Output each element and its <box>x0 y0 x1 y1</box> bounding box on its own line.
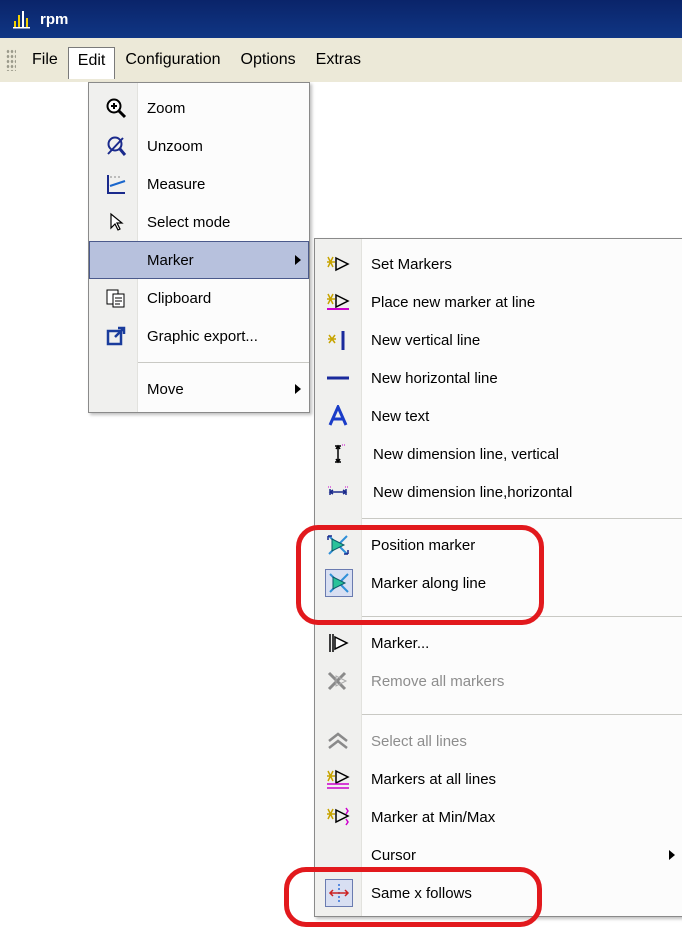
menu-item-label: Marker <box>147 251 194 269</box>
menu-item-graphic-export[interactable]: Graphic export... <box>89 317 309 355</box>
menu-item-new-horizontal-line[interactable]: New horizontal line <box>315 359 682 397</box>
menu-item-label: Marker at Min/Max <box>371 808 496 826</box>
menu-item-label: Markers at all lines <box>371 770 497 788</box>
app-chart-icon <box>12 9 32 29</box>
menu-item-label: Move <box>147 380 184 398</box>
toolbar-grip[interactable] <box>6 49 16 71</box>
place-marker-icon <box>325 289 351 315</box>
horizontal-line-icon <box>325 365 351 391</box>
menu-item-measure[interactable]: Measure <box>89 165 309 203</box>
dimension-horizontal-icon <box>325 479 351 505</box>
menu-extras[interactable]: Extras <box>306 47 371 73</box>
menu-item-label: Unzoom <box>147 137 203 155</box>
dimension-vertical-icon <box>325 441 351 467</box>
clipboard-icon <box>103 285 129 311</box>
menu-item-label: Set Markers <box>371 255 452 273</box>
menu-item-markers-at-all-lines[interactable]: Markers at all lines <box>315 760 682 798</box>
menu-item-label: Zoom <box>147 99 186 117</box>
menu-item-set-markers[interactable]: Set Markers <box>315 245 682 283</box>
menu-item-label: New text <box>371 407 430 425</box>
menu-item-select-mode[interactable]: Select mode <box>89 203 309 241</box>
cursor-arrow-icon <box>103 209 129 235</box>
annotation-ring-same-x-follows <box>284 867 542 927</box>
zoom-in-icon <box>103 95 129 121</box>
text-icon <box>325 403 351 429</box>
measure-icon <box>103 171 129 197</box>
menu-item-new-dimension-line-horizontal[interactable]: New dimension line,horizontal <box>315 473 682 511</box>
menu-configuration[interactable]: Configuration <box>115 47 230 73</box>
menu-item-label: New dimension line,horizontal <box>373 483 573 501</box>
menu-item-label: Select all lines <box>371 732 467 750</box>
menu-item-label: Place new marker at line <box>371 293 536 311</box>
marker-dialog-icon <box>325 630 351 656</box>
marker-minmax-icon <box>325 804 351 830</box>
edit-menu: Zoom Unzoom Measure Select mode Marker C… <box>88 82 310 413</box>
title-bar: rpm <box>0 0 682 38</box>
annotation-ring-marker-items <box>296 525 544 625</box>
menu-item-new-dimension-line-vertical[interactable]: New dimension line, vertical <box>315 435 682 473</box>
menu-item-remove-all-markers[interactable]: Remove all markers <box>315 662 682 700</box>
vertical-line-icon <box>325 327 351 353</box>
menu-file[interactable]: File <box>22 47 68 73</box>
menu-item-unzoom[interactable]: Unzoom <box>89 127 309 165</box>
menu-item-label: Measure <box>147 175 206 193</box>
menu-item-new-text[interactable]: New text <box>315 397 682 435</box>
menu-item-move[interactable]: Move <box>89 370 309 408</box>
menu-options[interactable]: Options <box>231 47 306 73</box>
menu-item-select-all-lines[interactable]: Select all lines <box>315 722 682 760</box>
menu-item-label: Cursor <box>371 846 417 864</box>
submenu-arrow-icon <box>295 384 301 394</box>
menu-item-new-vertical-line[interactable]: New vertical line <box>315 321 682 359</box>
menu-separator <box>315 714 682 715</box>
menu-item-label: Clipboard <box>147 289 212 307</box>
menu-bar: File Edit Configuration Options Extras <box>0 38 682 82</box>
menu-item-marker[interactable]: Marker <box>89 241 309 279</box>
menu-item-marker-dialog[interactable]: Marker... <box>315 624 682 662</box>
menu-item-label: Graphic export... <box>147 327 258 345</box>
submenu-arrow-icon <box>295 255 301 265</box>
menu-item-label: New horizontal line <box>371 369 498 387</box>
menu-item-label: Marker... <box>371 634 430 652</box>
submenu-arrow-icon <box>669 850 675 860</box>
set-markers-icon <box>325 251 351 277</box>
menu-item-label: New vertical line <box>371 331 481 349</box>
menu-item-label: Select mode <box>147 213 231 231</box>
export-icon <box>103 323 129 349</box>
menu-item-place-marker-at-line[interactable]: Place new marker at line <box>315 283 682 321</box>
remove-markers-icon <box>325 668 351 694</box>
markers-all-lines-icon <box>325 766 351 792</box>
unzoom-icon <box>103 133 129 159</box>
menu-item-marker-at-min-max[interactable]: Marker at Min/Max <box>315 798 682 836</box>
menu-separator <box>315 518 682 519</box>
menu-edit[interactable]: Edit <box>67 47 116 79</box>
window-title: rpm <box>40 10 69 28</box>
menu-item-clipboard[interactable]: Clipboard <box>89 279 309 317</box>
menu-item-label: New dimension line, vertical <box>373 445 559 463</box>
select-lines-icon <box>325 728 351 754</box>
menu-item-label: Remove all markers <box>371 672 505 690</box>
menu-item-zoom[interactable]: Zoom <box>89 89 309 127</box>
